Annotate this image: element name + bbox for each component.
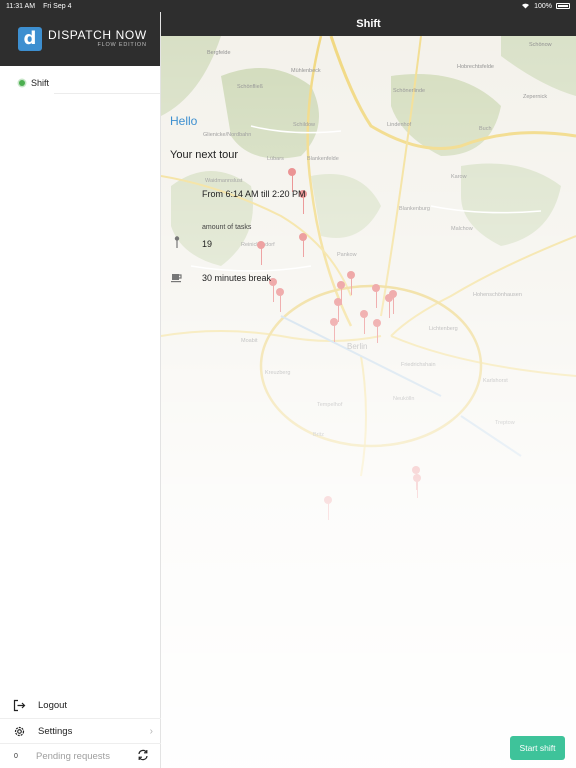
- map-pin[interactable]: [373, 319, 381, 343]
- map-label: Treptow: [495, 420, 515, 426]
- map-pin[interactable]: [324, 496, 332, 520]
- map-label: Kreuzberg: [265, 370, 291, 376]
- map-label: Lübars: [267, 156, 284, 162]
- map-label: Zepernick: [523, 94, 548, 100]
- logout-button[interactable]: Logout: [0, 693, 161, 718]
- map-label: Hobrechtsfelde: [457, 64, 494, 70]
- map-label: Mühlenbeck: [291, 68, 321, 74]
- map-label: Schildow: [293, 122, 316, 128]
- start-shift-button[interactable]: Start shift: [510, 736, 565, 760]
- battery-percent: 100%: [534, 2, 552, 10]
- location-pin-icon: [174, 236, 180, 248]
- map-label: Friedrichshain: [401, 362, 436, 368]
- map-label: Waidmannslust: [205, 178, 243, 184]
- map-base: [161, 36, 576, 768]
- page-title: Shift: [356, 18, 381, 30]
- map-label: Britz: [313, 432, 324, 438]
- break-text: 30 minutes break: [202, 273, 272, 283]
- tasks-count: 19: [202, 239, 213, 249]
- map-label: Lichtenberg: [429, 326, 458, 332]
- map-pin[interactable]: [360, 310, 368, 334]
- map-pin[interactable]: [330, 318, 338, 342]
- next-tour-heading: Your next tour: [170, 149, 239, 161]
- settings-button[interactable]: Settings ›: [0, 718, 161, 743]
- map-pin[interactable]: [385, 294, 393, 318]
- sidebar: d DISPATCH NOW FLOW EDITION Shift Logout: [0, 12, 161, 768]
- map-label: Bergfelde: [207, 50, 231, 56]
- tasks-label: amount of tasks: [202, 224, 252, 231]
- chevron-right-icon: ›: [149, 725, 153, 737]
- battery-icon: [556, 3, 570, 9]
- map-label: Pankow: [337, 252, 357, 258]
- wifi-icon: [521, 2, 530, 11]
- map-label: Buch: [479, 126, 492, 132]
- map-view[interactable]: Bergfelde Schönow Mühlenbeck Hobrechtsfe…: [161, 36, 576, 768]
- map-label: Hohenschönhausen: [473, 292, 522, 298]
- map-label: Malchow: [451, 226, 473, 232]
- map-label: Schönfließ: [237, 84, 263, 90]
- map-label: Schönow: [529, 42, 552, 48]
- map-label: Glienicke/Nordbahn: [203, 132, 252, 138]
- logout-icon: [12, 699, 26, 713]
- pending-label: Pending requests: [36, 750, 110, 762]
- pending-requests-row: 0 Pending requests: [0, 743, 161, 768]
- map-label: Karow: [451, 174, 467, 180]
- logo-badge: d: [18, 27, 42, 51]
- map-pin[interactable]: [257, 241, 265, 265]
- map-pin[interactable]: [413, 474, 421, 498]
- map-label: Tempelhof: [317, 402, 343, 408]
- map-label: Blankenburg: [399, 206, 430, 212]
- map-label: Moabit: [241, 338, 258, 344]
- map-label: Blankenfelde: [307, 156, 339, 162]
- status-bar: 11:31 AM Fri Sep 4 100%: [0, 0, 576, 12]
- pending-count: 0: [14, 752, 18, 760]
- greeting-text: Hello: [170, 114, 198, 128]
- sidebar-footer: Logout Settings › 0 Pending requests: [0, 693, 161, 768]
- map-pin[interactable]: [347, 271, 355, 295]
- coffee-cup-icon: [171, 274, 182, 283]
- settings-label: Settings: [38, 725, 73, 737]
- sidebar-item-shift[interactable]: Shift: [0, 72, 161, 94]
- refresh-icon[interactable]: [137, 749, 149, 764]
- map-label: Neukölln: [393, 396, 415, 402]
- active-dot-icon: [19, 80, 25, 86]
- map-pin[interactable]: [299, 233, 307, 257]
- map-label: Karlshorst: [483, 378, 508, 384]
- map-label: Lindenhof: [387, 122, 412, 128]
- map-pin[interactable]: [276, 288, 284, 312]
- logout-label: Logout: [38, 700, 68, 711]
- status-date: Fri Sep 4: [43, 2, 72, 10]
- tour-time-range: From 6:14 AM till 2:20 PM: [202, 189, 306, 199]
- logo-subtitle: FLOW EDITION: [97, 42, 147, 49]
- map-label: Schönerlinde: [393, 88, 426, 94]
- divider: [54, 93, 160, 94]
- app-logo: d DISPATCH NOW FLOW EDITION: [0, 12, 160, 66]
- sidebar-item-label: Shift: [31, 78, 50, 88]
- map-pin[interactable]: [372, 284, 380, 308]
- map-label: Berlin: [347, 342, 368, 351]
- status-time: 11:31 AM: [6, 2, 36, 10]
- logo-title: DISPATCH NOW: [48, 28, 147, 43]
- gear-icon: [12, 724, 26, 738]
